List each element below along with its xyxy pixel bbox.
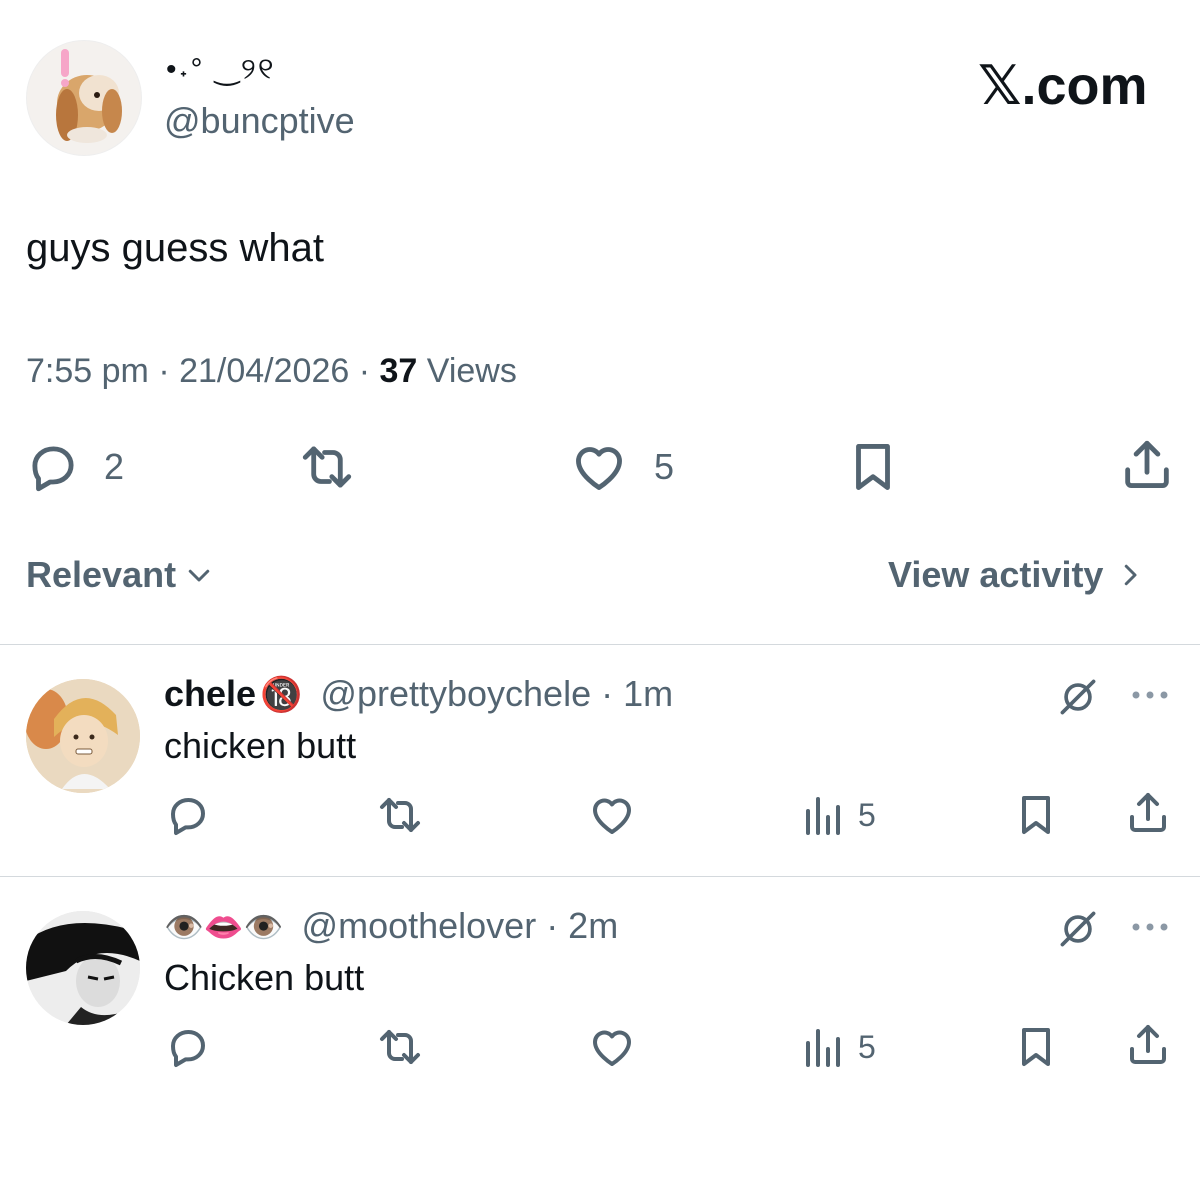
bunny-avatar-image — [56, 49, 122, 143]
manga-avatar-image — [26, 911, 140, 1025]
reply-item[interactable]: chele 🔞 @prettyboychele · 1m chicken but… — [0, 645, 1200, 875]
chevron-down-icon — [188, 569, 210, 582]
more-icon[interactable] — [1130, 921, 1170, 933]
reply-header: 👁️👄👁️ @moothelover · 2m — [164, 905, 618, 947]
chevron-right-icon — [1125, 564, 1137, 586]
heart-icon[interactable] — [588, 791, 636, 839]
anime-avatar-image — [26, 679, 140, 793]
sort-label: Relevant — [26, 554, 177, 595]
views-icon — [806, 1029, 840, 1067]
bookmark-icon[interactable] — [1012, 1023, 1060, 1071]
heart-icon — [576, 447, 622, 490]
view-activity-label: View activity — [888, 554, 1104, 595]
bookmark-icon — [856, 444, 890, 490]
views-count: 37 — [379, 352, 418, 390]
views-count: 5 — [858, 1028, 876, 1065]
heart-icon[interactable] — [588, 1023, 636, 1071]
retweet-icon — [302, 446, 352, 488]
sort-dropdown[interactable]: Relevant — [26, 554, 214, 596]
views-label: Views — [426, 352, 517, 390]
retweet-button[interactable] — [296, 438, 358, 496]
reply-avatar[interactable] — [26, 911, 140, 1025]
views-icon — [806, 797, 840, 835]
post-date[interactable]: 21/04/2026 — [179, 352, 349, 390]
view-activity-link[interactable]: View activity — [888, 554, 1145, 596]
reply-handle[interactable]: @moothelover — [302, 905, 537, 947]
like-count: 5 — [654, 446, 675, 487]
reply-avatar[interactable] — [26, 679, 140, 793]
post-meta: 7:55 pm · 21/04/2026 · 37 Views — [26, 352, 517, 391]
reply-display-name[interactable]: chele — [164, 673, 256, 715]
reply-icon[interactable] — [164, 1023, 212, 1071]
reply-item[interactable]: 👁️👄👁️ @moothelover · 2m Chicken butt 5 — [0, 877, 1200, 1107]
reply-text: Chicken butt — [164, 957, 365, 998]
share-icon[interactable] — [1124, 1021, 1172, 1069]
views-count: 5 — [858, 796, 876, 833]
more-icon[interactable] — [1130, 689, 1170, 701]
reply-age[interactable]: · 2m — [546, 905, 618, 947]
reply-badge: 🔞 — [260, 676, 303, 714]
like-button[interactable]: 5 — [570, 438, 674, 496]
author-handle[interactable]: @buncptive — [164, 100, 355, 142]
reply-icon[interactable] — [164, 791, 212, 839]
share-button[interactable] — [1118, 436, 1176, 494]
reply-handle[interactable]: @prettyboychele — [320, 673, 591, 715]
bookmark-icon[interactable] — [1012, 791, 1060, 839]
retweet-icon[interactable] — [374, 1023, 426, 1071]
reply-header: chele 🔞 @prettyboychele · 1m — [164, 673, 673, 715]
author-avatar[interactable] — [26, 40, 142, 156]
grok-icon[interactable] — [1056, 907, 1100, 951]
post-text: guys guess what — [26, 226, 324, 270]
share-icon — [1125, 440, 1169, 488]
views-button[interactable]: 5 — [802, 793, 876, 837]
post-time[interactable]: 7:55 pm — [26, 352, 149, 390]
meta-separator: · — [158, 352, 170, 390]
grok-icon[interactable] — [1056, 675, 1100, 719]
reply-display-name[interactable]: 👁️👄👁️ — [164, 908, 284, 946]
retweet-icon[interactable] — [374, 791, 426, 839]
reply-count: 2 — [104, 446, 125, 487]
bookmark-button[interactable] — [844, 438, 902, 496]
reply-button[interactable]: 2 — [24, 438, 124, 496]
views-button[interactable]: 5 — [802, 1025, 876, 1069]
reply-text: chicken butt — [164, 725, 357, 766]
reply-icon — [32, 446, 74, 492]
x-logo: 𝕏.com — [978, 56, 1148, 116]
reply-age[interactable]: · 1m — [601, 673, 673, 715]
share-icon[interactable] — [1124, 789, 1172, 837]
meta-separator: · — [358, 352, 371, 390]
author-display-name[interactable]: •˖° ‿୨୧ — [166, 52, 276, 87]
